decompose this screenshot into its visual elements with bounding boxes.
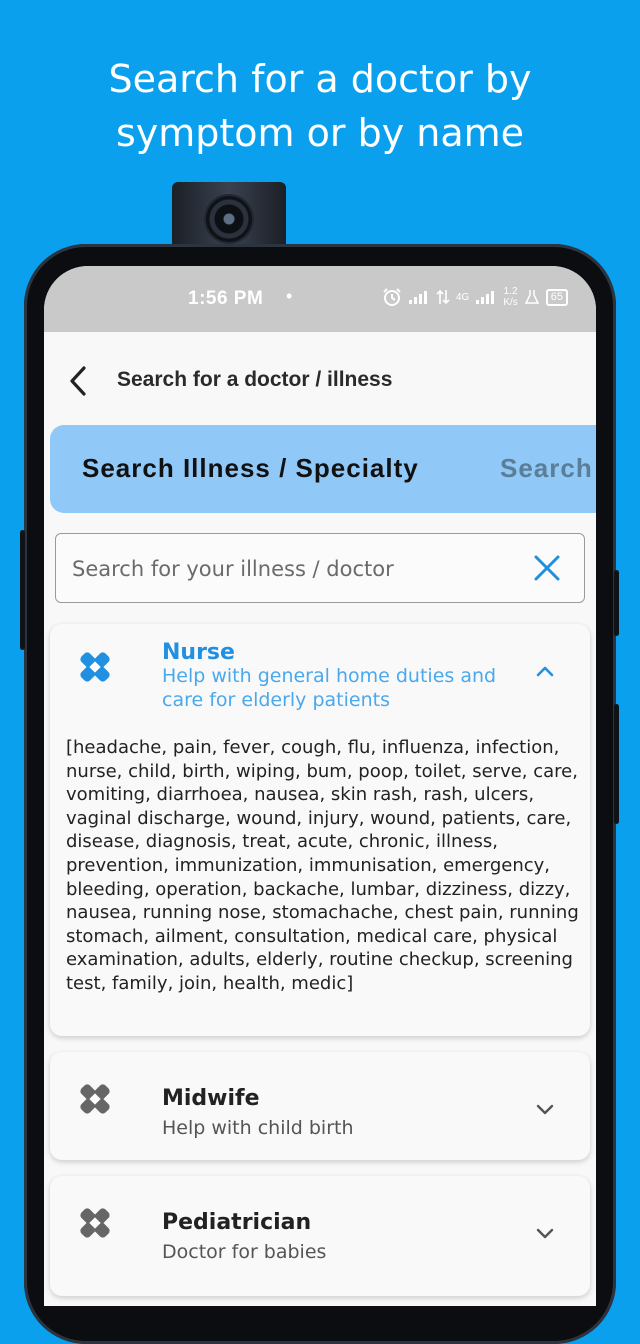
bandage-icon (80, 1208, 110, 1238)
headline-line-1: Search for a doctor by (108, 57, 532, 101)
chevron-down-icon[interactable] (534, 1222, 556, 1244)
specialty-card-nurse[interactable]: Nurse Help with general home duties and … (50, 624, 590, 1036)
signal-icon (409, 291, 427, 304)
specialty-name: Nurse (162, 640, 235, 665)
flask-icon (524, 290, 540, 304)
chevron-up-icon[interactable] (534, 660, 556, 682)
search-box (55, 533, 585, 603)
phone-side-button (20, 530, 25, 650)
net-speed: 1.2 K/s (503, 286, 517, 308)
specialty-card-midwife[interactable]: Midwife Help with child birth (50, 1052, 590, 1160)
tab-label: Search Illness / Specialty (82, 453, 419, 483)
bandage-icon (80, 652, 110, 682)
tab-label: Search (500, 453, 593, 483)
status-time: 1:56 PM (188, 288, 264, 309)
phone-screen: 1:56 PM • 4G 1.2 K/s 65 Search for a doc… (44, 266, 596, 1306)
specialty-name: Pediatrician (162, 1210, 312, 1235)
specialty-description: Help with child birth (162, 1117, 354, 1139)
status-dot: • (286, 286, 293, 306)
network-type: 4G (456, 291, 470, 303)
phone-side-button (614, 570, 619, 636)
specialty-keywords: [headache, pain, fever, cough, flu, infl… (66, 737, 579, 994)
promo-headline: Search for a doctor by symptom or by nam… (0, 52, 640, 160)
status-bar: 1:56 PM • 4G 1.2 K/s 65 (44, 266, 596, 332)
bandage-icon (80, 1084, 110, 1114)
page-title: Search for a doctor / illness (117, 368, 393, 391)
data-arrows-icon (436, 289, 450, 305)
close-icon[interactable] (532, 553, 562, 583)
specialty-card-pediatrician[interactable]: Pediatrician Doctor for babies (50, 1176, 590, 1296)
net-speed-value: 1.2 (503, 286, 518, 297)
tab-search-illness[interactable]: Search Illness / Specialty (50, 425, 480, 513)
net-speed-unit: K/s (503, 297, 518, 308)
battery-icon: 65 (545, 288, 569, 306)
tab-bar: Search Illness / Specialty Search (50, 425, 596, 513)
headline-line-2: symptom or by name (115, 111, 525, 155)
search-input[interactable] (70, 552, 514, 586)
specialty-description: Help with general home duties and care f… (162, 665, 497, 711)
camera-lens-icon (206, 196, 252, 242)
chevron-down-icon[interactable] (534, 1098, 556, 1120)
specialty-name: Midwife (162, 1086, 260, 1111)
phone-side-button (614, 704, 619, 824)
app-bar: Search for a doctor / illness (44, 332, 596, 432)
signal-icon-2 (476, 291, 495, 304)
alarm-icon (383, 288, 401, 306)
status-icons: 4G 1.2 K/s 65 (382, 286, 569, 308)
specialty-description: Doctor for babies (162, 1241, 327, 1263)
back-arrow-icon[interactable] (66, 364, 92, 398)
tab-search-doctor[interactable]: Search (480, 425, 596, 513)
